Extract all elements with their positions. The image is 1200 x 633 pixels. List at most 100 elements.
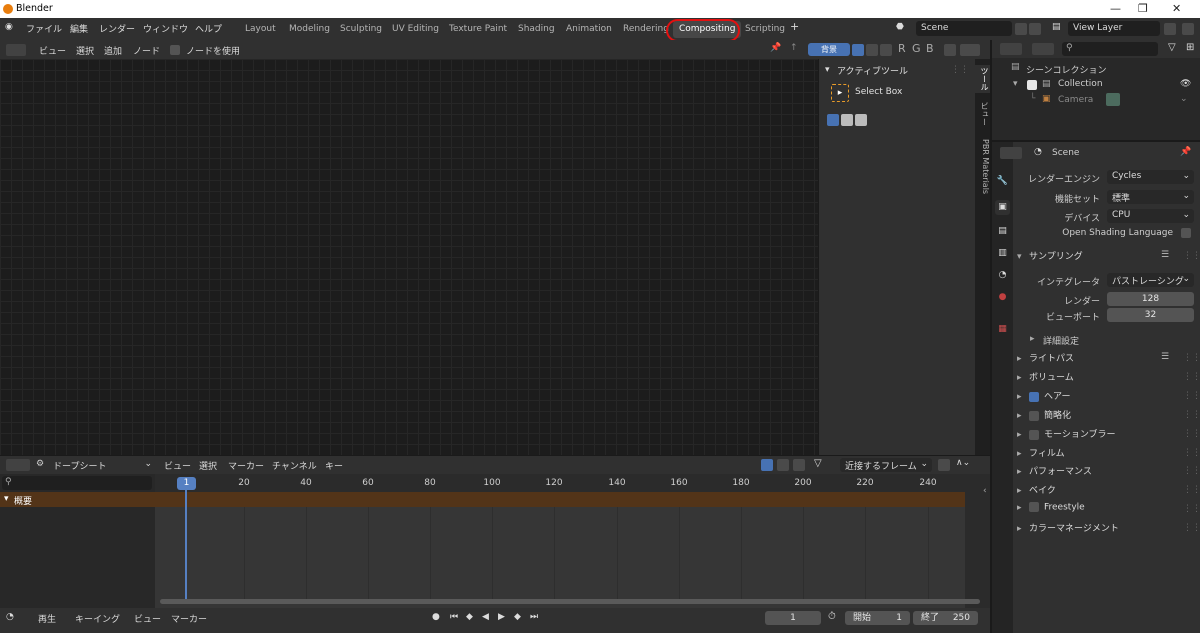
feature-set-dropdown[interactable]: 標準 ⌄ xyxy=(1107,190,1194,204)
properties-section[interactable]: ▸ ヘアー xyxy=(1017,389,1070,407)
proportional-edit-icon[interactable] xyxy=(938,459,950,471)
collapse-arrow-icon[interactable]: ▾ xyxy=(825,65,830,75)
close-window-button[interactable]: ✕ xyxy=(1172,2,1181,15)
backdrop-color-icon[interactable] xyxy=(852,44,864,56)
playhead[interactable] xyxy=(185,478,187,600)
section-enable-checkbox[interactable] xyxy=(1029,391,1039,402)
snap-toggle-icon[interactable] xyxy=(944,44,956,56)
timeline-ruler[interactable]: 20 40 60 80 100 120 140 160 180 200 220 … xyxy=(155,474,965,492)
backdrop-color-alpha-icon[interactable] xyxy=(880,44,892,56)
properties-section[interactable]: ▸ ベイク xyxy=(1017,483,1056,501)
tab-sculpting[interactable]: Sculpting xyxy=(334,21,388,38)
filter-icon[interactable]: ▽ xyxy=(1168,42,1176,53)
collection-include-checkbox[interactable] xyxy=(1027,80,1037,90)
channel-b-button[interactable]: B xyxy=(926,42,934,55)
dopesheet-mode-dropdown[interactable]: ドープシート ⌄ xyxy=(50,458,154,472)
display-mode-button[interactable] xyxy=(1032,43,1054,55)
only-selected-icon[interactable] xyxy=(761,459,773,471)
tab-tool[interactable]: ツール xyxy=(975,65,990,93)
eye-icon[interactable]: 👁 xyxy=(1180,79,1191,89)
falloff-icon[interactable]: ∧⌄ xyxy=(956,458,970,468)
viewport-samples-field[interactable]: 32 xyxy=(1107,308,1194,322)
editor-type-button[interactable] xyxy=(6,459,30,471)
menu-help[interactable]: ヘルプ xyxy=(195,22,222,35)
end-frame-field[interactable]: 終了 250 xyxy=(913,611,978,625)
show-hidden-icon[interactable] xyxy=(777,459,789,471)
scene-tab-icon[interactable]: ◔ xyxy=(995,268,1010,283)
section-enable-checkbox[interactable] xyxy=(1029,502,1039,512)
start-frame-field[interactable]: 開始 1 xyxy=(845,611,910,625)
sampling-panel-header[interactable]: ▾ サンプリング xyxy=(1017,249,1083,267)
tab-texture-paint[interactable]: Texture Paint xyxy=(443,21,513,38)
device-dropdown[interactable]: CPU ⌄ xyxy=(1107,209,1194,223)
select-mode-new-icon[interactable] xyxy=(827,114,839,126)
collection-label[interactable]: Collection xyxy=(1058,79,1103,89)
channel-search-input[interactable]: ⚲ xyxy=(2,476,152,490)
prev-keyframe-icon[interactable]: ◆ xyxy=(466,612,473,622)
advanced-label[interactable]: 詳細設定 xyxy=(1043,334,1079,347)
drag-handle-icon[interactable]: ⋮⋮ xyxy=(1183,251,1200,261)
stopwatch-icon[interactable]: ⏱ xyxy=(828,611,836,622)
tab-scripting[interactable]: Scripting xyxy=(739,21,791,38)
menu-render[interactable]: レンダー xyxy=(99,22,135,35)
new-collection-icon[interactable]: ⊞ xyxy=(1186,42,1194,53)
node-menu-node[interactable]: ノード xyxy=(133,44,160,57)
outliner-search-input[interactable]: ⚲ xyxy=(1062,42,1158,56)
summary-channel[interactable]: ▾ 概要 xyxy=(0,492,155,507)
drag-handle-icon[interactable]: ⋮⋮ xyxy=(1183,391,1200,401)
list-icon[interactable]: ☰ xyxy=(1161,352,1169,362)
properties-section[interactable]: ▸ ボリューム xyxy=(1017,370,1074,388)
view-layer-selector[interactable]: View Layer xyxy=(1068,21,1160,36)
collapse-arrow-icon[interactable]: ▾ xyxy=(1013,79,1018,89)
blender-menu-icon[interactable]: ◉ xyxy=(5,22,13,32)
section-enable-checkbox[interactable] xyxy=(1029,410,1039,421)
properties-section[interactable]: ▸ カラーマネージメント xyxy=(1017,521,1119,539)
record-icon[interactable]: ● xyxy=(432,612,440,622)
select-mode-subtract-icon[interactable] xyxy=(855,114,867,126)
output-tab-icon[interactable]: ▤ xyxy=(995,224,1010,239)
tab-uv-editing[interactable]: UV Editing xyxy=(386,21,445,38)
properties-section[interactable]: ▸ パフォーマンス xyxy=(1017,464,1092,482)
tab-view[interactable]: ビュー xyxy=(975,99,990,129)
scene-icon[interactable]: ⬣ xyxy=(896,22,904,32)
select-mode-extend-icon[interactable] xyxy=(841,114,853,126)
texture-tab-icon[interactable]: ▦ xyxy=(995,322,1010,337)
render-tab-icon[interactable]: ▣ xyxy=(995,200,1010,215)
drag-handle-icon[interactable]: ⋮⋮ xyxy=(1183,448,1200,458)
menu-view[interactable]: ビュー xyxy=(134,612,161,625)
expand-sidebar-icon[interactable]: ‹ xyxy=(983,486,987,496)
menu-keying[interactable]: キーイング xyxy=(75,612,120,625)
camera-label[interactable]: Camera xyxy=(1058,95,1093,105)
dopesheet-menu-channel[interactable]: チャンネル xyxy=(272,459,317,472)
delete-view-layer-button[interactable] xyxy=(1182,23,1194,35)
scene-collection-label[interactable]: シーンコレクション xyxy=(1026,63,1107,76)
drag-handle-icon[interactable]: ⋮⋮ xyxy=(1183,429,1200,439)
menu-file[interactable]: ファイル xyxy=(26,22,62,35)
play-reverse-icon[interactable]: ◀ xyxy=(482,612,489,622)
pin-icon[interactable]: 📌 xyxy=(770,43,781,53)
node-menu-view[interactable]: ビュー xyxy=(39,44,66,57)
only-errors-icon[interactable] xyxy=(793,459,805,471)
drag-handle-icon[interactable]: ⋮⋮ xyxy=(1183,485,1200,495)
dopesheet-menu-marker[interactable]: マーカー xyxy=(228,459,264,472)
osl-checkbox[interactable] xyxy=(1181,228,1191,238)
dopesheet-menu-view[interactable]: ビュー xyxy=(164,459,191,472)
play-icon[interactable]: ▶ xyxy=(498,612,505,622)
drag-handle-icon[interactable]: ⋮⋮ xyxy=(1183,523,1200,533)
collapse-arrow-icon[interactable]: ▸ xyxy=(1030,334,1035,344)
tab-layout[interactable]: Layout xyxy=(239,21,282,38)
filter-icon[interactable]: ▽ xyxy=(814,458,822,469)
editor-type-icon[interactable]: ◔ xyxy=(6,612,14,622)
properties-section[interactable]: ▸ ライトパス xyxy=(1017,351,1074,369)
list-icon[interactable]: ☰ xyxy=(1161,250,1169,260)
current-frame-field[interactable]: 1 xyxy=(765,611,821,625)
node-menu-add[interactable]: 追加 xyxy=(104,44,122,57)
parent-node-icon[interactable]: ↑ xyxy=(790,43,798,53)
menu-window[interactable]: ウィンドウ xyxy=(143,22,188,35)
drag-handle-icon[interactable]: ⋮⋮ xyxy=(1183,504,1200,514)
properties-section[interactable]: ▸ 簡略化 xyxy=(1017,408,1071,426)
chevron-down-icon[interactable]: ⌄ xyxy=(1180,94,1188,104)
tab-pbr-materials[interactable]: PBR Materials xyxy=(975,137,990,197)
editor-type-button[interactable] xyxy=(1000,147,1022,159)
snap-dropdown[interactable]: 近接するフレーム ⌄ xyxy=(840,458,932,472)
